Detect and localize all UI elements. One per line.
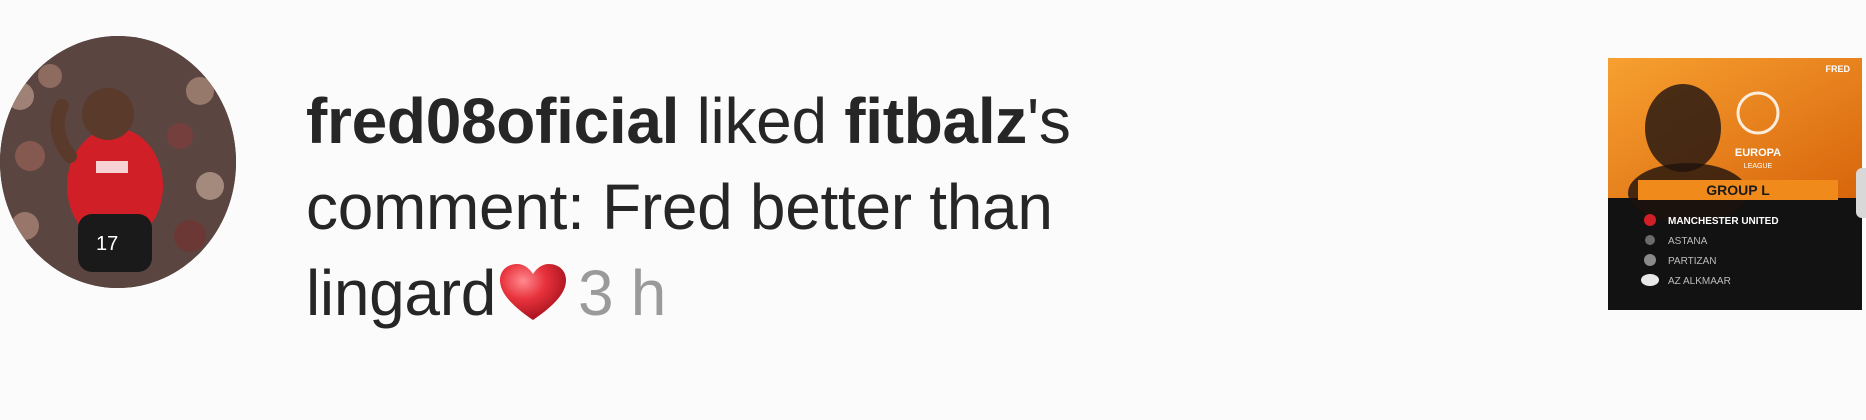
- svg-text:17: 17: [96, 233, 118, 255]
- thumb-team-4: AZ ALKMAAR: [1668, 276, 1731, 287]
- post-thumbnail-image: EUROPA LEAGUE FRED GROUP L MANCHESTER UN…: [1608, 58, 1862, 310]
- thumb-team-2: ASTANA: [1668, 236, 1708, 247]
- thumb-logo-text: EUROPA: [1735, 147, 1781, 159]
- comment-text: comment: Fred better than: [306, 171, 1053, 243]
- avatar-photo: 17: [0, 36, 236, 288]
- thumb-group-label: GROUP L: [1706, 182, 1770, 198]
- possessive-suffix: 's: [1027, 85, 1071, 157]
- notification-text: fred08oficial liked fitbalz's comment: F…: [306, 78, 1306, 336]
- action-text: liked: [679, 85, 845, 157]
- thumb-team-3: PARTIZAN: [1668, 256, 1717, 267]
- thumb-corner-text: FRED: [1826, 64, 1851, 74]
- actor-username[interactable]: fred08oficial: [306, 85, 679, 157]
- comment-tail: lingard: [306, 257, 497, 329]
- thumb-logo-sub: LEAGUE: [1744, 163, 1773, 170]
- thumb-team-1: MANCHESTER UNITED: [1668, 216, 1779, 227]
- edge-scroll-handle: [1856, 168, 1866, 218]
- target-username[interactable]: fitbalz: [844, 85, 1027, 157]
- timestamp: 3 h: [578, 257, 667, 329]
- heart-emoji-icon: [498, 258, 568, 320]
- activity-notification-row[interactable]: 17 fred08oficial liked fitbalz's comment…: [0, 0, 1866, 420]
- post-thumbnail[interactable]: EUROPA LEAGUE FRED GROUP L MANCHESTER UN…: [1608, 58, 1862, 310]
- user-avatar[interactable]: 17: [0, 36, 236, 288]
